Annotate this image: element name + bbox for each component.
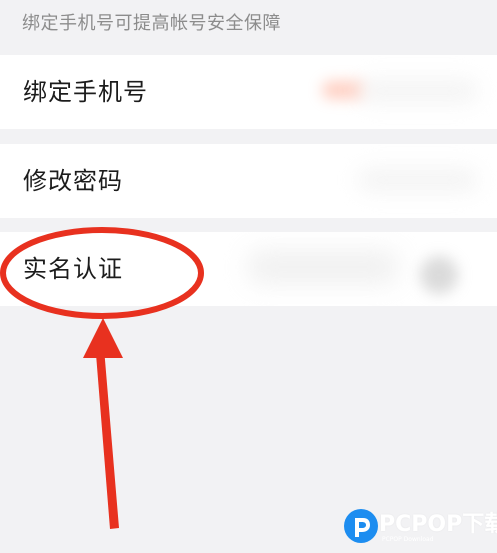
watermark-brand: PCPOP下载 xyxy=(379,512,497,537)
account-security-page: 绑定手机号可提高帐号安全保障 绑定手机号 修改密码 实名认证 PCPOP下载 P… xyxy=(0,0,497,553)
blurred-avatar-icon xyxy=(420,256,458,294)
change-password-row[interactable]: 修改密码 xyxy=(0,144,497,218)
watermark: PCPOP下载 PCPOP Download xyxy=(344,509,497,549)
change-password-label: 修改密码 xyxy=(23,167,123,195)
watermark-subtitle: PCPOP Download xyxy=(382,536,434,543)
blurred-row-detail xyxy=(358,168,478,192)
section-hint: 绑定手机号可提高帐号安全保障 xyxy=(22,13,281,34)
real-name-verification-label: 实名认证 xyxy=(23,255,123,283)
annotation-arrow-head xyxy=(83,318,123,358)
blurred-row-detail xyxy=(358,79,478,103)
annotation-arrow-shaft xyxy=(96,348,119,529)
blurred-row-detail xyxy=(248,250,398,284)
watermark-logo-icon xyxy=(344,509,378,543)
bind-phone-label: 绑定手机号 xyxy=(23,78,148,106)
real-name-verification-row[interactable]: 实名认证 xyxy=(0,232,497,306)
bind-phone-row[interactable]: 绑定手机号 xyxy=(0,55,497,129)
